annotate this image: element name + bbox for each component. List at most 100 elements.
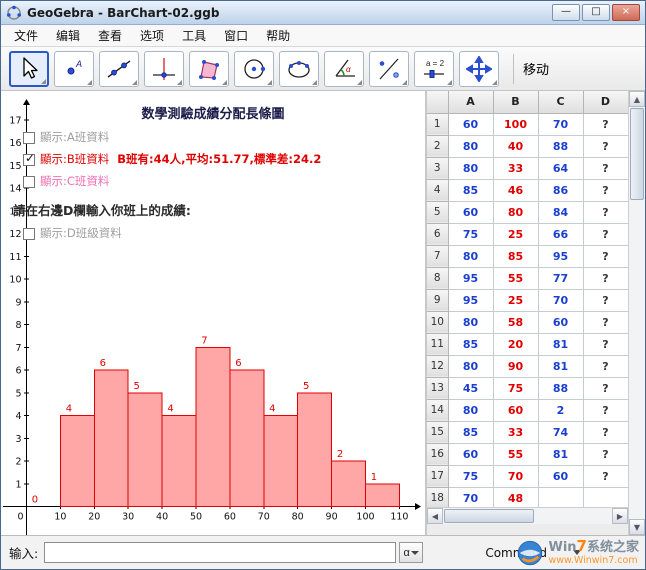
cell-D13[interactable]: ?	[583, 377, 628, 399]
cell-C4[interactable]: 86	[538, 179, 583, 201]
row-header-11[interactable]: 11	[427, 333, 448, 355]
cell-A3[interactable]: 80	[448, 157, 493, 179]
cell-A9[interactable]: 95	[448, 289, 493, 311]
cell-B18[interactable]: 48	[493, 487, 538, 507]
histogram-bar-10-20[interactable]	[60, 416, 94, 507]
horizontal-scroll-track[interactable]	[535, 508, 612, 524]
title-bar[interactable]: GeoGebra - BarChart-02.ggb — □ ×	[1, 1, 645, 25]
cell-C12[interactable]: 81	[538, 355, 583, 377]
histogram-bar-70-80[interactable]	[264, 416, 298, 507]
checkbox-box-b[interactable]	[23, 154, 35, 166]
cell-C7[interactable]: 95	[538, 245, 583, 267]
column-header-D[interactable]: D	[583, 91, 628, 113]
cell-B1[interactable]: 100	[493, 113, 538, 135]
row-header-15[interactable]: 15	[427, 421, 448, 443]
cell-C13[interactable]: 88	[538, 377, 583, 399]
row-header-13[interactable]: 13	[427, 377, 448, 399]
close-button[interactable]: ×	[612, 4, 640, 21]
histogram-bar-40-50[interactable]	[162, 416, 196, 507]
cell-D14[interactable]: ?	[583, 399, 628, 421]
greek-symbols-button[interactable]: α	[399, 542, 423, 563]
cell-D18[interactable]	[583, 487, 628, 507]
scroll-up-icon[interactable]: ▲	[629, 91, 645, 107]
column-header-A[interactable]: A	[448, 91, 493, 113]
command-dropdown[interactable]: Command	[485, 546, 581, 560]
tool-angle-button[interactable]: α	[324, 51, 364, 87]
cell-C16[interactable]: 81	[538, 443, 583, 465]
horizontal-scroll-thumb[interactable]	[444, 509, 534, 523]
cell-D15[interactable]: ?	[583, 421, 628, 443]
cell-D5[interactable]: ?	[583, 201, 628, 223]
cell-B2[interactable]: 40	[493, 135, 538, 157]
row-header-16[interactable]: 16	[427, 443, 448, 465]
cell-A15[interactable]: 85	[448, 421, 493, 443]
cell-A16[interactable]: 60	[448, 443, 493, 465]
tool-conic-button[interactable]	[279, 51, 319, 87]
cell-B7[interactable]: 85	[493, 245, 538, 267]
row-header-17[interactable]: 17	[427, 465, 448, 487]
cell-D16[interactable]: ?	[583, 443, 628, 465]
cell-B15[interactable]: 33	[493, 421, 538, 443]
algebra-input-field[interactable]	[44, 542, 396, 563]
checkbox-show-class-d[interactable]: 顯示:D班級資料	[23, 227, 321, 240]
tool-circle-center-point-button[interactable]	[234, 51, 274, 87]
tool-perpendicular-line-button[interactable]	[144, 51, 184, 87]
cell-B5[interactable]: 80	[493, 201, 538, 223]
tool-move-button[interactable]	[9, 51, 49, 87]
cell-C11[interactable]: 81	[538, 333, 583, 355]
cell-B13[interactable]: 75	[493, 377, 538, 399]
spreadsheet-grid[interactable]: ABCD16010070?2804088?3803364?4854686?560…	[427, 91, 628, 507]
histogram-bar-20-30[interactable]	[94, 370, 128, 507]
cell-B3[interactable]: 33	[493, 157, 538, 179]
tool-line-two-points-button[interactable]	[99, 51, 139, 87]
cell-A8[interactable]: 95	[448, 267, 493, 289]
cell-D4[interactable]: ?	[583, 179, 628, 201]
row-header-18[interactable]: 18	[427, 487, 448, 507]
cell-A7[interactable]: 80	[448, 245, 493, 267]
cell-D1[interactable]: ?	[583, 113, 628, 135]
cell-C14[interactable]: 2	[538, 399, 583, 421]
cell-A11[interactable]: 85	[448, 333, 493, 355]
vertical-scrollbar[interactable]: ▲ ▼	[628, 91, 645, 535]
cell-C9[interactable]: 70	[538, 289, 583, 311]
minimize-button[interactable]: —	[552, 4, 580, 21]
cell-C1[interactable]: 70	[538, 113, 583, 135]
histogram-bar-90-100[interactable]	[332, 461, 366, 507]
row-header-12[interactable]: 12	[427, 355, 448, 377]
histogram-bar-80-90[interactable]	[298, 393, 332, 507]
tool-new-point-button[interactable]: A	[54, 51, 94, 87]
cell-B12[interactable]: 90	[493, 355, 538, 377]
cell-C6[interactable]: 66	[538, 223, 583, 245]
checkbox-box-c[interactable]	[23, 176, 35, 188]
vertical-scroll-thumb[interactable]	[630, 108, 644, 200]
cell-C15[interactable]: 74	[538, 421, 583, 443]
cell-D10[interactable]: ?	[583, 311, 628, 333]
cell-A13[interactable]: 45	[448, 377, 493, 399]
checkbox-show-class-b[interactable]: 顯示:B班資料 B班有:44人,平均:51.77,標準差:24.2	[23, 153, 321, 166]
sheet-corner[interactable]	[427, 91, 448, 113]
cell-D17[interactable]: ?	[583, 465, 628, 487]
row-header-14[interactable]: 14	[427, 399, 448, 421]
checkbox-show-class-c[interactable]: 顯示:C班資料	[23, 175, 321, 188]
graphics-view[interactable]: 0102030405060708090100110123456789101112…	[1, 91, 425, 535]
histogram-bar-50-60[interactable]	[196, 347, 230, 506]
cell-C2[interactable]: 88	[538, 135, 583, 157]
cell-C18[interactable]	[538, 487, 583, 507]
checkbox-box-a[interactable]	[23, 132, 35, 144]
checkbox-show-class-a[interactable]: 顯示:A班資料	[23, 131, 321, 144]
row-header-10[interactable]: 10	[427, 311, 448, 333]
cell-C5[interactable]: 84	[538, 201, 583, 223]
cell-B10[interactable]: 58	[493, 311, 538, 333]
tool-slider-button[interactable]: a = 2	[414, 51, 454, 87]
menu-item-6[interactable]: 帮助	[257, 24, 299, 47]
scroll-down-icon[interactable]: ▼	[629, 519, 645, 535]
row-header-4[interactable]: 4	[427, 179, 448, 201]
cell-A18[interactable]: 70	[448, 487, 493, 507]
cell-B14[interactable]: 60	[493, 399, 538, 421]
checkbox-box-d[interactable]	[23, 228, 35, 240]
row-header-6[interactable]: 6	[427, 223, 448, 245]
maximize-button[interactable]: □	[582, 4, 610, 21]
cell-B8[interactable]: 55	[493, 267, 538, 289]
cell-D9[interactable]: ?	[583, 289, 628, 311]
menu-item-0[interactable]: 文件	[5, 24, 47, 47]
